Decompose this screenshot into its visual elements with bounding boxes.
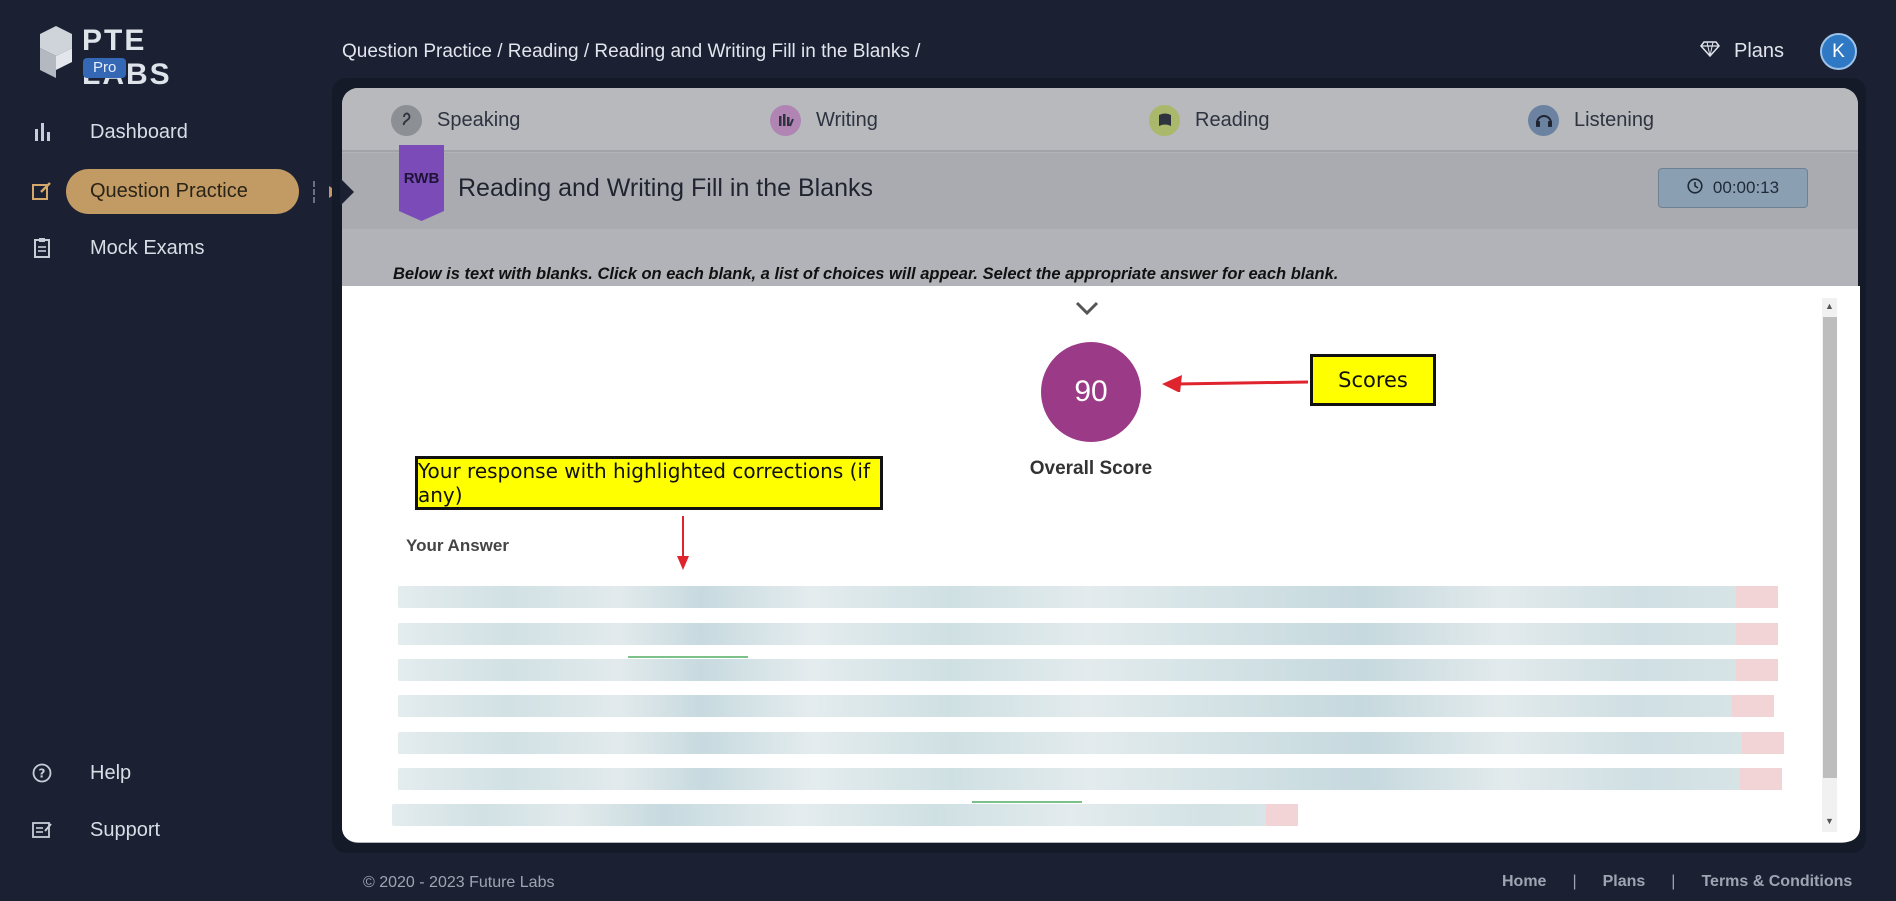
tab-label: Speaking — [437, 108, 521, 131]
question-circle-icon: ? — [30, 761, 54, 785]
brand-badge: Pro — [83, 58, 127, 78]
footer-link-home[interactable]: Home — [1502, 873, 1546, 891]
support-icon — [30, 818, 54, 842]
plans-label: Plans — [1734, 40, 1785, 62]
answer-line — [398, 659, 1778, 681]
sidebar-item-label: Help — [90, 761, 132, 784]
plans-link[interactable]: Plans — [1700, 40, 1784, 63]
tab-label: Reading — [1195, 108, 1270, 131]
edit-icon — [30, 179, 54, 203]
clipboard-icon — [30, 236, 54, 260]
sidebar-item-help[interactable]: ? Help — [30, 751, 300, 795]
scrollbar-thumb[interactable] — [1823, 317, 1837, 778]
sidebar-item-dashboard[interactable]: Dashboard — [30, 110, 300, 154]
answer-line — [398, 586, 1778, 608]
page-title: Reading and Writing Fill in the Blanks — [458, 174, 874, 202]
callout-response: Your response with highlighted correctio… — [415, 456, 883, 510]
footer-link-plans[interactable]: Plans — [1603, 873, 1646, 891]
sidebar-item-label: Support — [90, 818, 161, 841]
badge-text: RWB — [404, 170, 440, 187]
overall-score-label: Overall Score — [1029, 458, 1153, 479]
footer-separator: | — [1572, 873, 1577, 890]
sidebar-item-label: Question Practice — [90, 179, 248, 202]
headphones-icon — [1528, 104, 1559, 136]
your-answer-label: Your Answer — [406, 536, 509, 555]
svg-text:?: ? — [39, 767, 46, 781]
answer-line — [398, 695, 1774, 717]
annotation-arrow-scores — [1162, 375, 1309, 392]
tab-reading[interactable]: Reading — [1149, 88, 1270, 152]
sidebar-item-support[interactable]: Support — [30, 808, 300, 852]
tab-label: Listening — [1574, 108, 1655, 131]
brand-logo[interactable]: PTE LABS Pro — [38, 24, 228, 91]
timer-value: 00:00:13 — [1712, 178, 1780, 197]
writing-icon — [770, 104, 801, 136]
tab-label: Writing — [816, 108, 878, 131]
speaking-icon — [391, 104, 422, 136]
footer-copyright: © 2020 - 2023 Future Labs — [363, 874, 555, 891]
tab-writing[interactable]: Writing — [770, 88, 878, 152]
chevron-down-icon[interactable] — [1073, 300, 1101, 321]
scroll-up-arrow[interactable]: ▲ — [1824, 300, 1835, 311]
reading-icon — [1149, 104, 1180, 136]
diamond-icon — [1700, 40, 1720, 63]
scroll-down-arrow[interactable]: ▼ — [1824, 815, 1835, 826]
callout-scores: Scores — [1310, 354, 1436, 406]
question-type-badge: RWB — [399, 145, 444, 221]
footer-links: Home | Plans | Terms & Conditions — [1502, 873, 1852, 891]
nav-divider — [313, 181, 315, 203]
result-sheet: 90 Overall Score Scores Your response wi… — [342, 286, 1860, 842]
bar-chart-icon — [30, 120, 54, 144]
sidebar-item-question-practice[interactable]: Question Practice — [30, 169, 300, 213]
tab-speaking[interactable]: Speaking — [391, 88, 520, 152]
correction-mark — [628, 656, 748, 658]
avatar[interactable]: K — [1820, 33, 1857, 70]
correction-mark — [972, 801, 1082, 803]
answer-line — [398, 623, 1778, 645]
instruction-text: Below is text with blanks. Click on each… — [393, 265, 1339, 283]
annotation-arrow-response — [677, 516, 689, 570]
section-tabs: Speaking Writing Reading Listening — [342, 88, 1858, 152]
overall-score-circle: 90 — [1041, 342, 1141, 442]
breadcrumb[interactable]: Question Practice / Reading / Reading an… — [342, 41, 920, 63]
answer-line — [398, 768, 1782, 790]
panel-pointer — [340, 178, 354, 206]
sidebar-item-label: Dashboard — [90, 120, 188, 143]
sidebar-item-label: Mock Exams — [90, 236, 205, 259]
tab-listening[interactable]: Listening — [1528, 88, 1654, 152]
footer-separator: | — [1671, 873, 1676, 890]
footer-link-terms[interactable]: Terms & Conditions — [1701, 873, 1852, 891]
sidebar-item-mock-exams[interactable]: Mock Exams — [30, 226, 300, 270]
timer: 00:00:13 — [1658, 168, 1808, 208]
clock-icon — [1687, 177, 1703, 199]
answer-line — [392, 804, 1298, 826]
answer-line — [398, 732, 1784, 754]
logo-mark-icon — [40, 26, 72, 78]
